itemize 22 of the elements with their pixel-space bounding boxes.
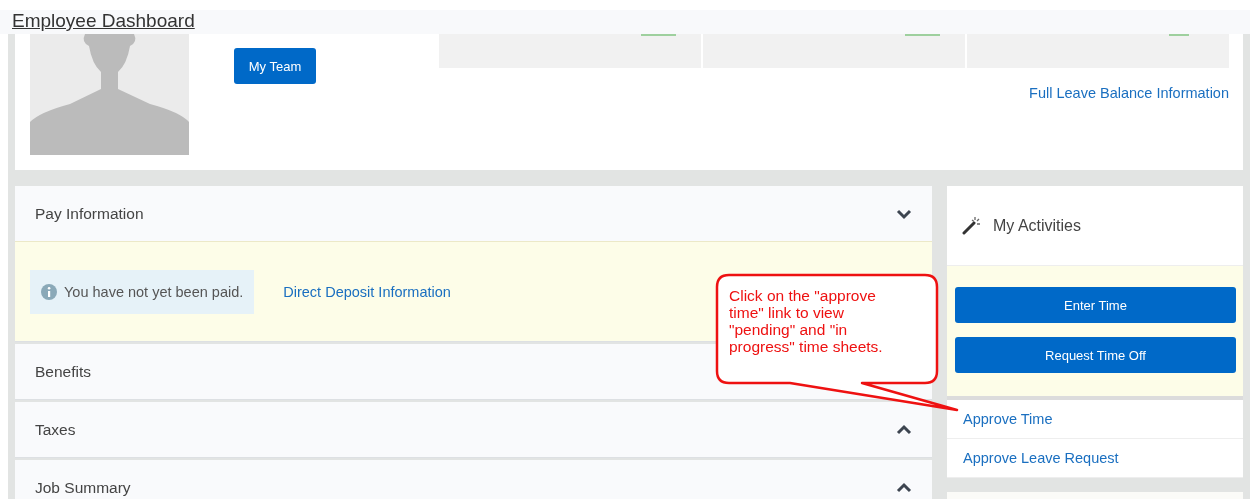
chevron-down-icon[interactable] (896, 207, 912, 220)
activity-link[interactable]: Approve Leave Request (947, 439, 1243, 478)
section-title[interactable]: Pay Information (35, 205, 144, 222)
chevron-up-icon[interactable] (896, 423, 912, 436)
activity-button[interactable]: Enter Time (955, 287, 1236, 323)
activities-title: My Activities (993, 216, 1081, 235)
indicator-mark (641, 34, 676, 36)
section-title[interactable]: Job Summary (35, 479, 131, 496)
activity-button[interactable]: Request Time Off (955, 337, 1236, 373)
full-leave-balance-link[interactable]: Full Leave Balance Information (1029, 85, 1229, 101)
info-icon (41, 283, 57, 300)
section-title[interactable]: Taxes (35, 421, 76, 438)
message-text: You have not yet been paid. (64, 283, 244, 300)
my-team-button[interactable]: My Team (234, 48, 316, 84)
indicator-mark (905, 34, 940, 36)
page-title: Employee Dashboard (12, 10, 195, 32)
chevron-up-icon[interactable] (896, 481, 912, 494)
direct-deposit-link[interactable]: Direct Deposit Information (283, 283, 451, 300)
magic-wand-icon (962, 216, 981, 235)
section-title[interactable]: Benefits (35, 363, 91, 380)
callout-text: Click on the "approve time" link to view "pending" and "in progress" time sheets. (729, 287, 884, 355)
indicator-mark (1169, 34, 1189, 36)
